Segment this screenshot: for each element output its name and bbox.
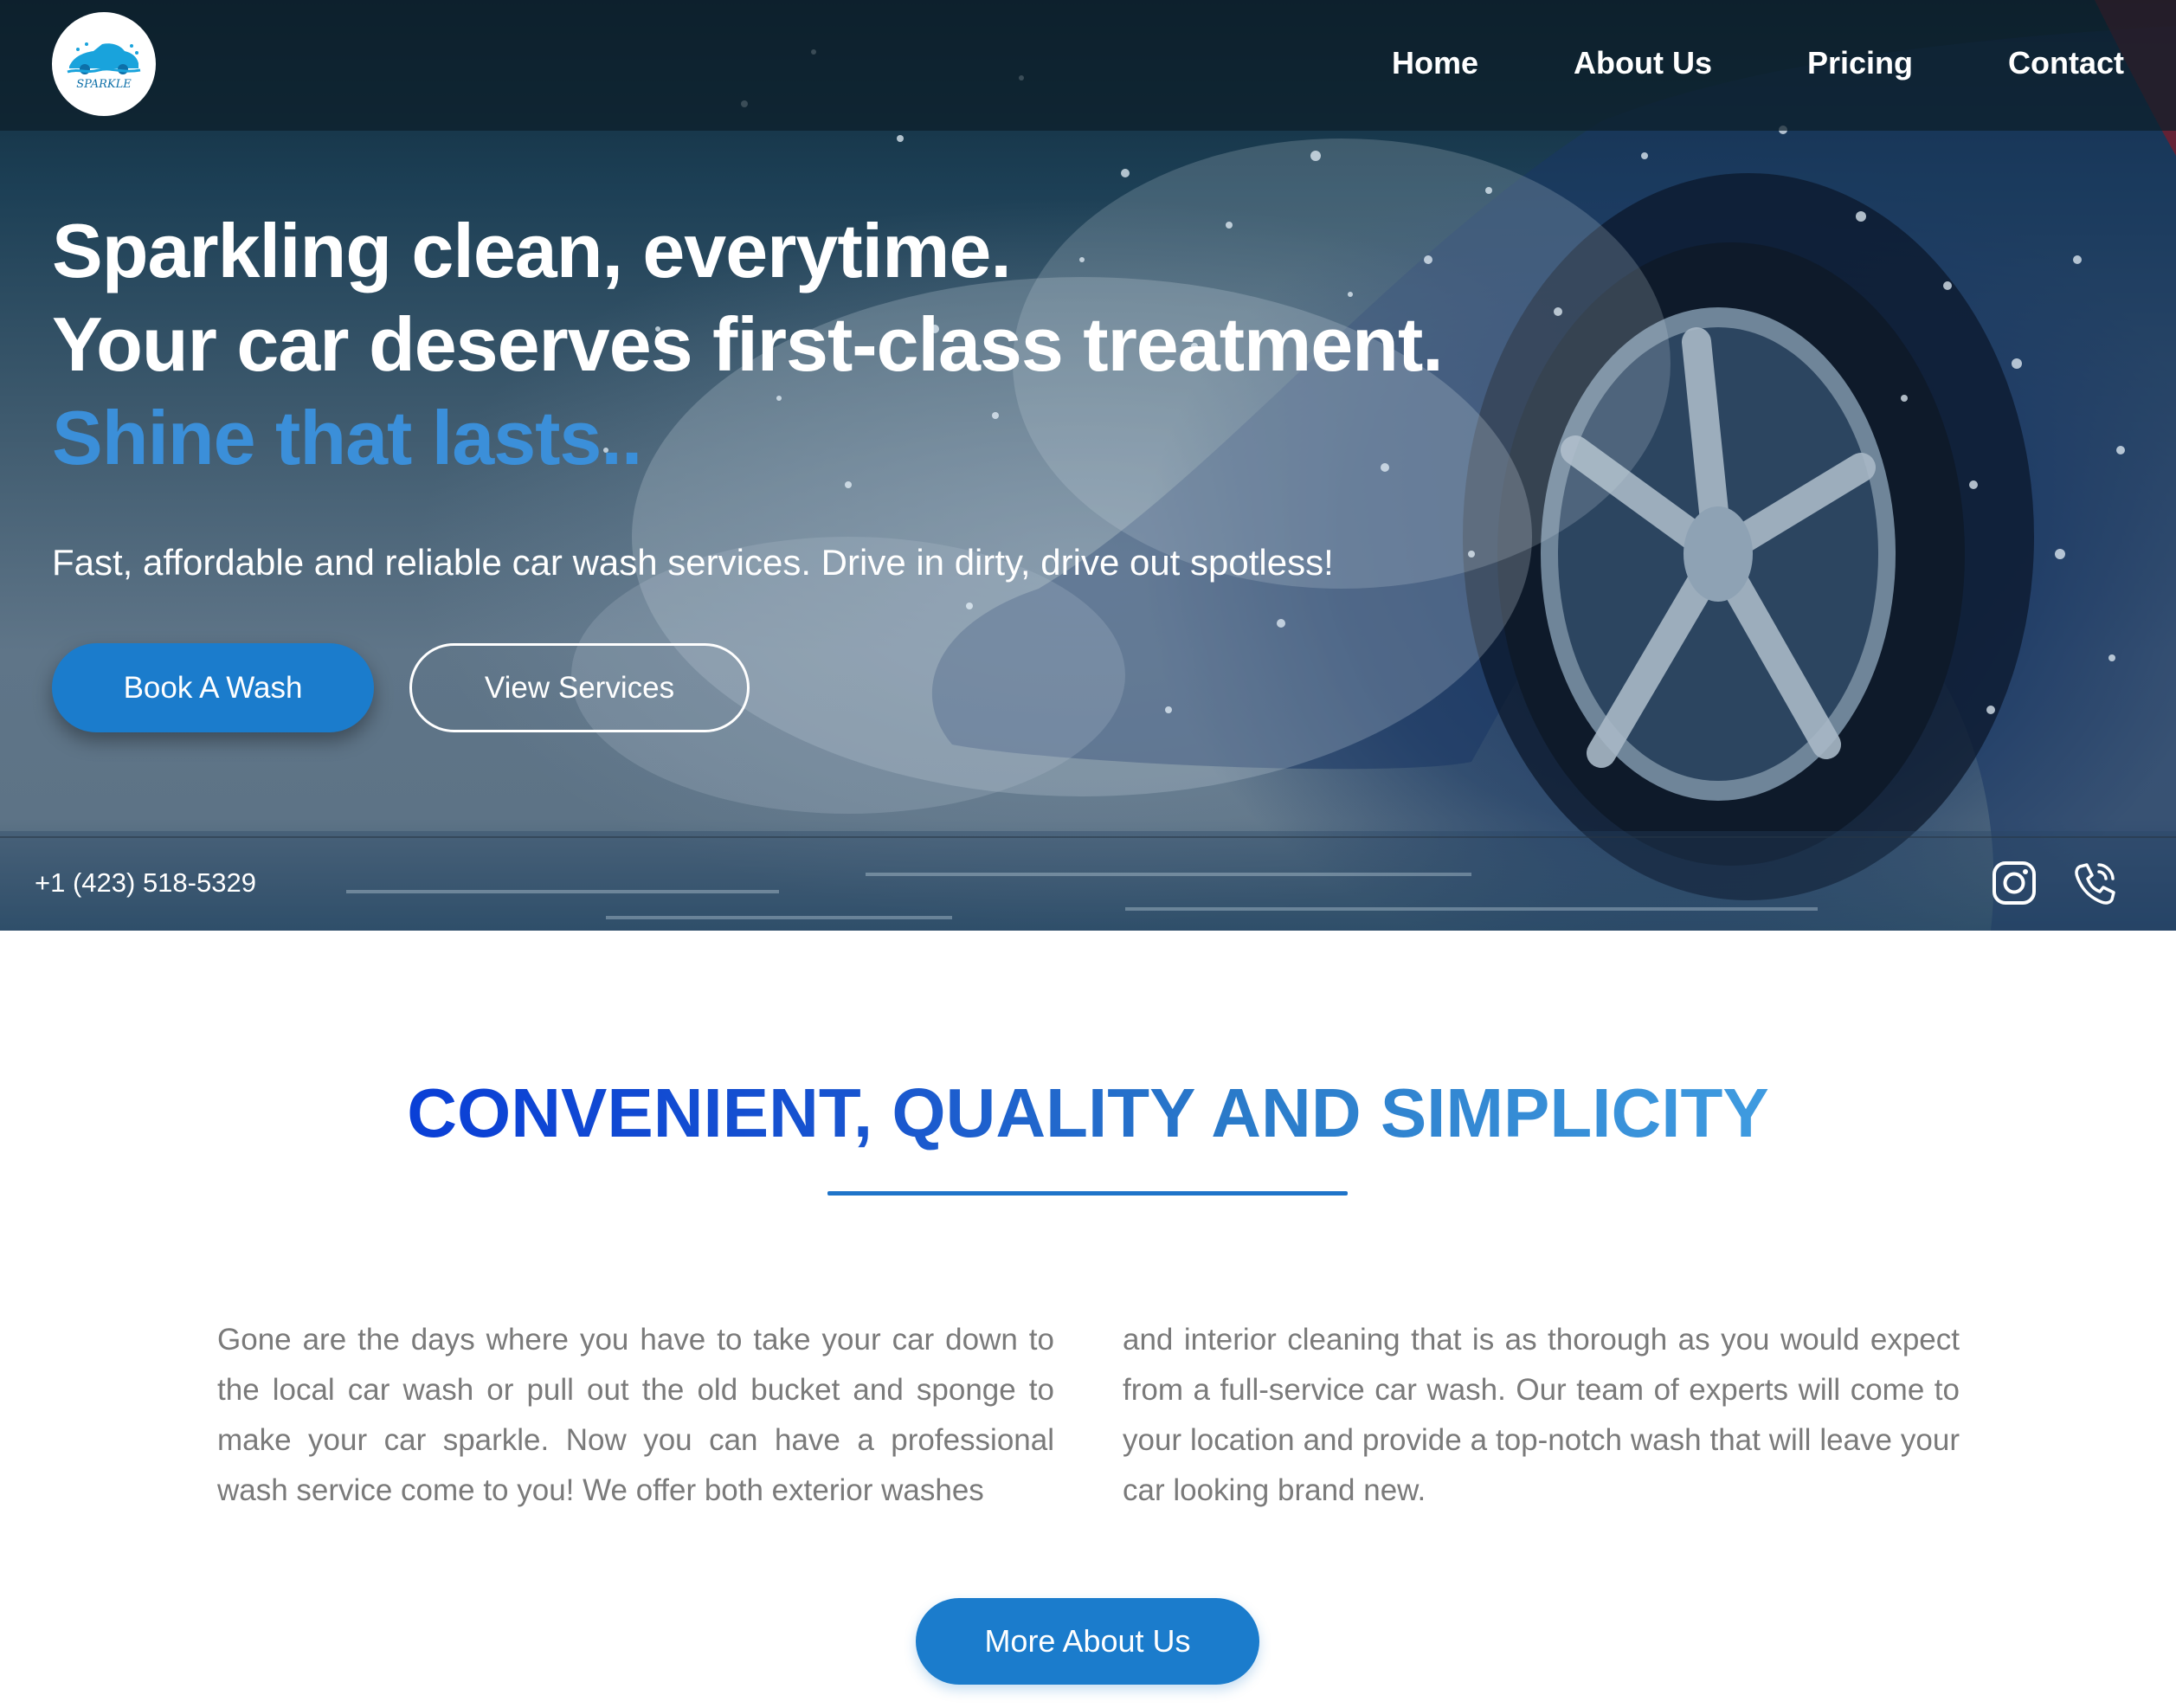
headline-line-2: Your car deserves first-class treatment.: [52, 301, 1444, 387]
headline-accent: Shine that lasts..: [52, 395, 642, 480]
hero-headline: Sparkling clean, everytime. Your car des…: [52, 204, 1444, 485]
logo-text: SPARKLE: [76, 78, 132, 91]
hero-section: SPARKLE Home About Us Pricing Contact Sp…: [0, 0, 2176, 931]
hero-divider: [0, 836, 2176, 838]
title-underline: [827, 1191, 1348, 1196]
phone-icon[interactable]: [2071, 860, 2118, 906]
nav-home[interactable]: Home: [1392, 45, 1478, 81]
headline-line-1: Sparkling clean, everytime.: [52, 208, 1012, 293]
sparkle-logo[interactable]: SPARKLE: [52, 12, 156, 116]
phone-number[interactable]: +1 (423) 518-5329: [35, 867, 256, 899]
more-about-us-button[interactable]: More About Us: [916, 1598, 1259, 1685]
car-logo-icon: SPARKLE: [67, 42, 141, 91]
view-services-button[interactable]: View Services: [409, 643, 750, 732]
main-nav: Home About Us Pricing Contact: [1392, 0, 2124, 126]
book-a-wash-button[interactable]: Book A Wash: [52, 643, 374, 732]
nav-about-us[interactable]: About Us: [1574, 45, 1712, 81]
about-paragraph-left: Gone are the days where you have to take…: [217, 1323, 1054, 1507]
section-title-text: CONVENIENT, QUALITY AND SIMPLICITY: [407, 1074, 1769, 1151]
instagram-icon[interactable]: [1991, 860, 2038, 906]
hero-tagline: Fast, affordable and reliable car wash s…: [52, 542, 1334, 583]
about-paragraph-right: and interior cleaning that is as thoroug…: [1123, 1323, 1960, 1507]
nav-pricing[interactable]: Pricing: [1807, 45, 1913, 81]
nav-contact[interactable]: Contact: [2008, 45, 2124, 81]
top-navigation-bar: SPARKLE Home About Us Pricing Contact: [0, 0, 2176, 131]
section-title: CONVENIENT, QUALITY AND SIMPLICITY: [0, 1073, 2176, 1153]
